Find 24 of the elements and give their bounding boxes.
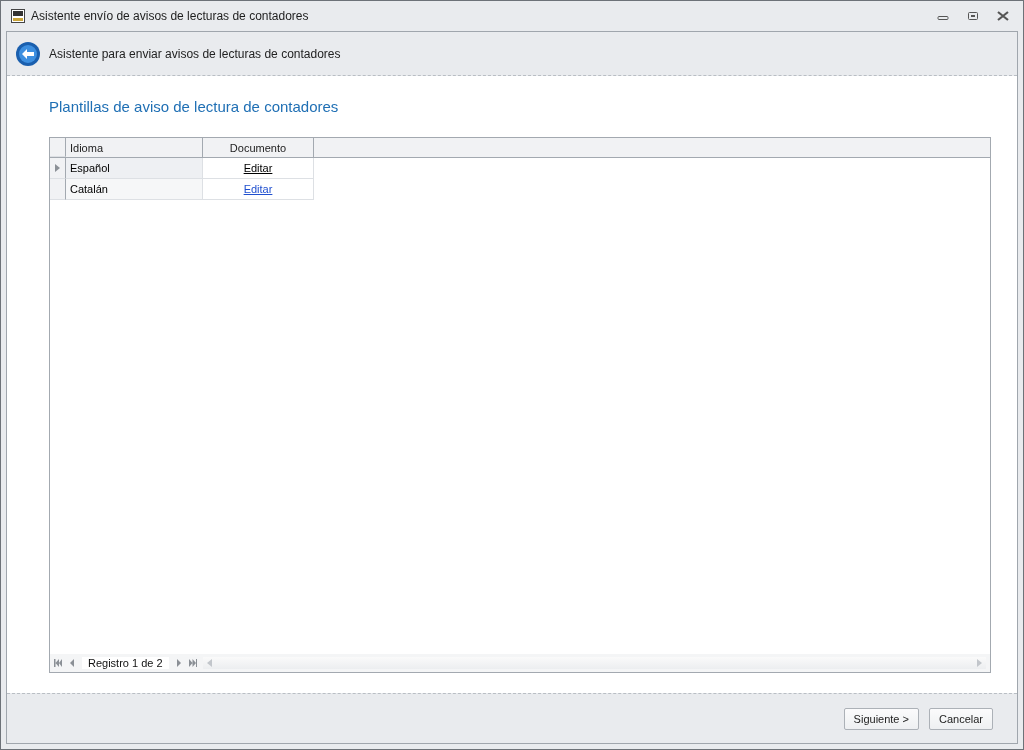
window-title: Asistente envío de avisos de lecturas de contadores: [31, 9, 310, 23]
scroll-left-icon[interactable]: [206, 659, 212, 667]
edit-link[interactable]: Editar: [243, 162, 273, 174]
row-indicator[interactable]: [50, 179, 66, 200]
next-button[interactable]: Siguiente >: [843, 707, 919, 730]
table-cell: Catalán: [66, 179, 203, 200]
edit-link[interactable]: Editar: [243, 183, 273, 195]
previous-record-icon[interactable]: [68, 659, 76, 667]
column-header[interactable]: Documento: [203, 138, 314, 157]
app-icon: [11, 9, 25, 23]
first-record-icon[interactable]: [54, 659, 62, 667]
maximize-icon[interactable]: [967, 11, 979, 21]
record-counter: Registro 1 de 2: [82, 657, 169, 669]
scroll-right-icon[interactable]: [977, 659, 982, 667]
horizontal-scrollbar[interactable]: [202, 657, 986, 669]
wizard-title: Asistente para enviar avisos de lecturas de contadores: [49, 46, 341, 61]
next-record-icon[interactable]: [174, 659, 183, 667]
row-indicator[interactable]: [50, 158, 66, 179]
last-record-icon[interactable]: [188, 659, 197, 667]
column-header[interactable]: Idioma: [66, 138, 203, 157]
section-title: Plantillas de aviso de lectura de contadores: [49, 98, 340, 115]
cancel-button[interactable]: Cancelar: [928, 707, 993, 730]
table-cell: Español: [66, 158, 203, 179]
close-icon[interactable]: [997, 11, 1009, 21]
